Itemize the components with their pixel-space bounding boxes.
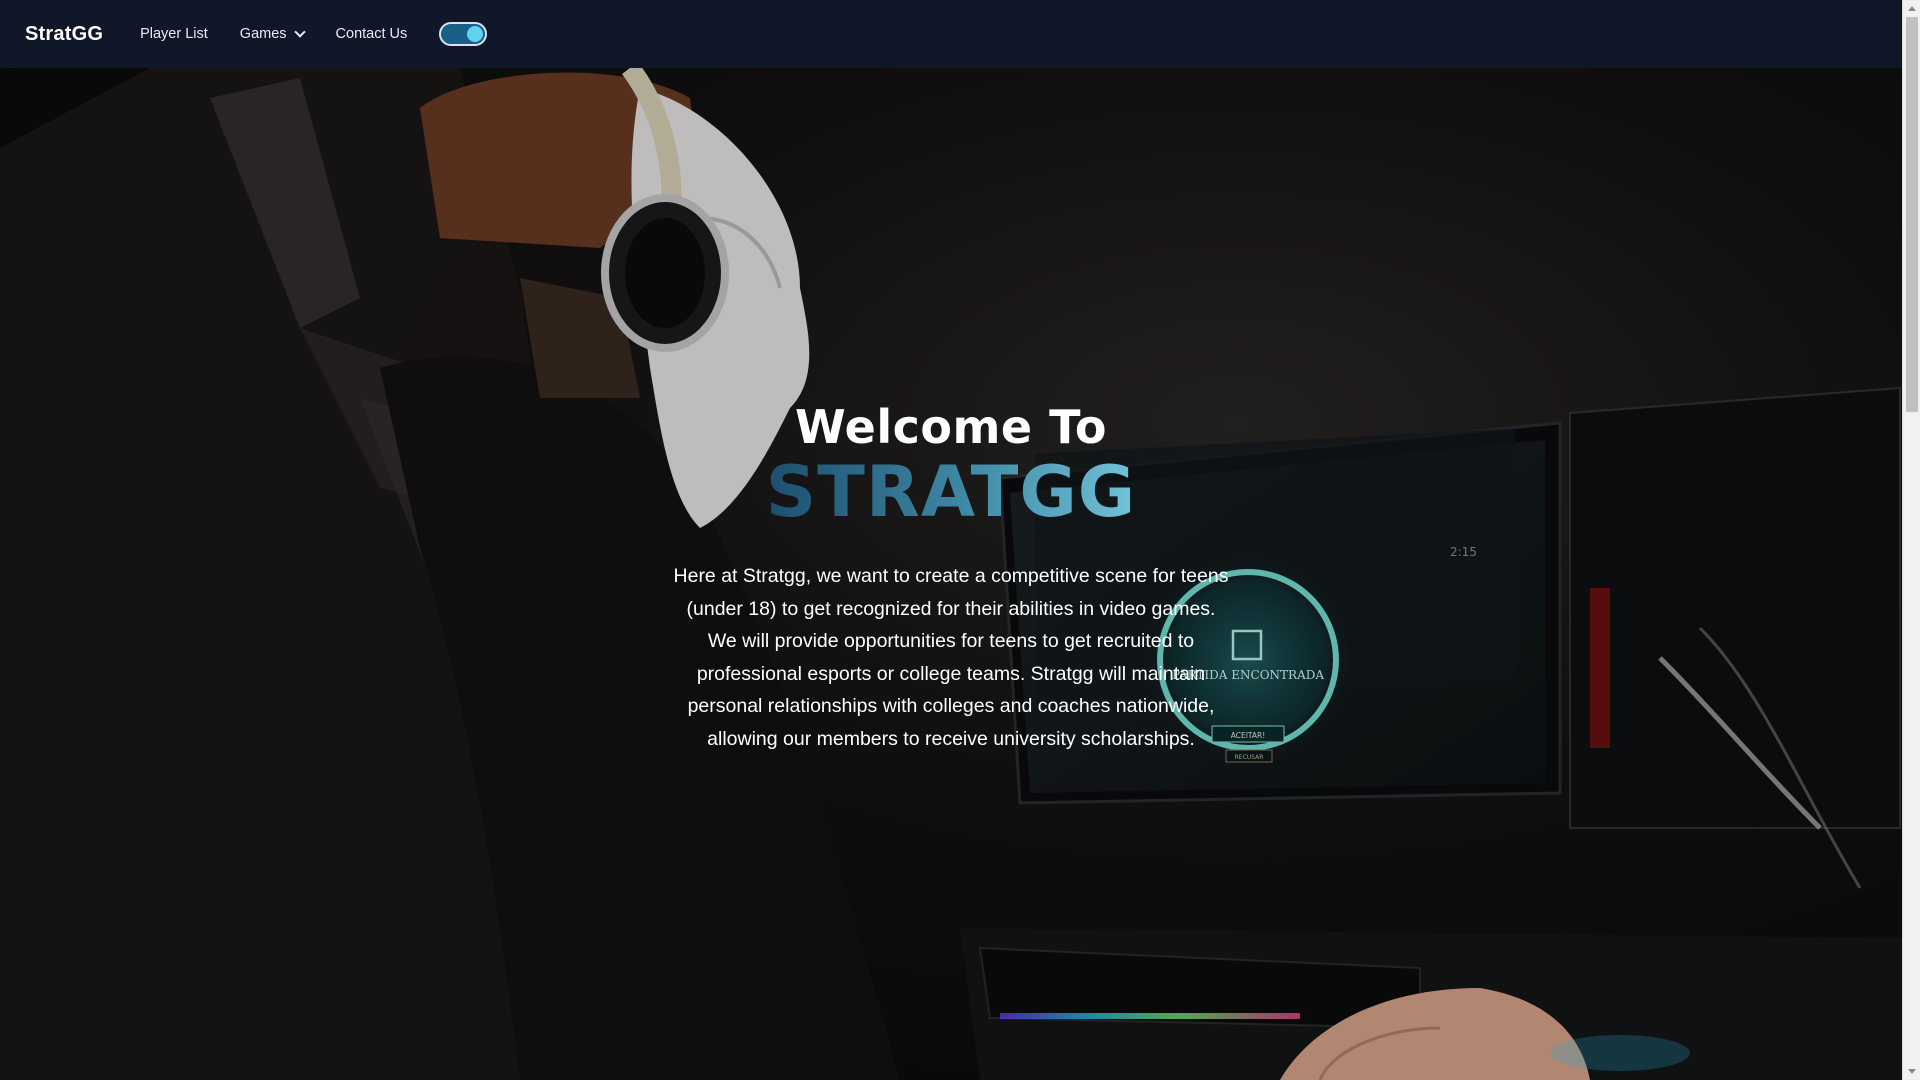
theme-toggle[interactable] (439, 22, 488, 46)
nav-dropdown-games[interactable]: Games (239, 26, 306, 42)
nav-link-label: Contact Us (335, 26, 408, 42)
brand-logo[interactable]: StratGG (25, 23, 103, 46)
chevron-down-icon (293, 26, 306, 38)
hero-description-line: allowing our members to receive universi… (707, 727, 1195, 750)
hero-description-line: professional esports or college teams. S… (696, 662, 1206, 685)
hero-description-line: personal relationships with colleges and… (687, 695, 1215, 717)
hero-description-line: Here at Stratgg, we want to create a com… (673, 565, 1229, 587)
nav-link-contact-us[interactable]: Contact Us (336, 26, 408, 42)
nav-link-player-list[interactable]: Player List (140, 26, 208, 42)
toggle-knob (467, 26, 484, 42)
nav-link-label: Player List (140, 26, 208, 42)
navbar: StratGG Player List Games Contact Us (0, 0, 1902, 68)
hero-description-line: (under 18) to get recognized for their a… (686, 597, 1216, 620)
hero-brand-wordmark: STRATGG (765, 451, 1137, 533)
hero-section: PARTIDA ENCONTRADA ACEITAR! RECUSAR 2:15 (0, 68, 1902, 1080)
nav-link-label: Games (239, 26, 287, 42)
scroll-up-icon[interactable] (1908, 6, 1916, 11)
hero-title: Welcome To (795, 400, 1107, 454)
hero-content: Welcome To STRATGG Here at Stratgg, we w… (0, 400, 1902, 755)
vertical-scrollbar[interactable] (1902, 0, 1920, 1080)
scroll-down-icon[interactable] (1908, 1069, 1916, 1074)
nav-links: Player List Games Contact Us (140, 22, 488, 46)
page: StratGG Player List Games Contact Us PAR… (0, 0, 1902, 1080)
hero-description-line: We will provide opportunities for teens … (707, 630, 1195, 652)
hero-description: Here at Stratgg, we want to create a com… (651, 560, 1251, 755)
scroll-thumb[interactable] (1906, 17, 1918, 412)
